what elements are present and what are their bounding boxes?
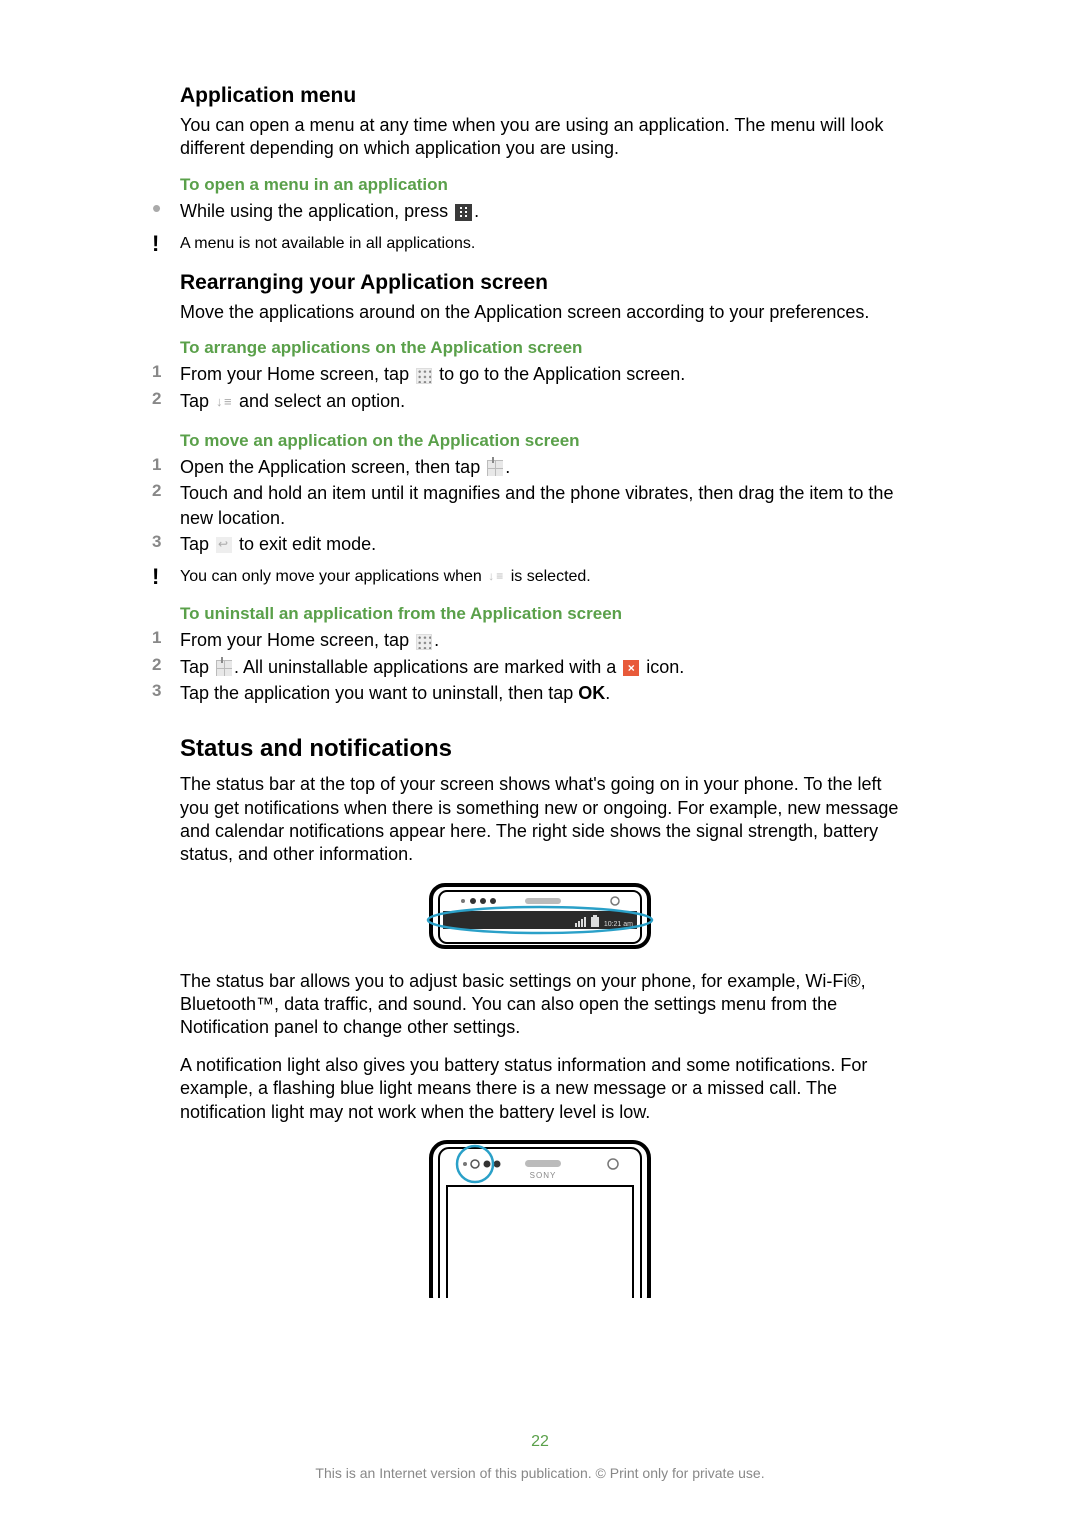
note: ! You can only move your applications wh… [180, 566, 900, 588]
text: is selected. [506, 568, 590, 585]
exit-edit-icon [216, 537, 232, 553]
own-order-icon [488, 570, 504, 584]
text: and select an option. [234, 391, 405, 411]
subheading-open-menu: To open a menu in an application [180, 175, 900, 195]
paragraph: The status bar allows you to adjust basi… [180, 970, 900, 1040]
text: From your Home screen, tap [180, 630, 414, 650]
edit-grid-icon [216, 660, 232, 676]
step-number: 1 [152, 628, 180, 648]
menu-key-icon [455, 204, 472, 221]
brand-label: SONY [530, 1171, 557, 1180]
paragraph: You can open a menu at any time when you… [180, 114, 900, 161]
important-icon: ! [152, 233, 180, 255]
page-content: Application menu You can open a menu at … [0, 0, 1080, 1303]
step-number: 3 [152, 532, 180, 552]
subheading-move-app: To move an application on the Applicatio… [180, 431, 900, 451]
paragraph: A notification light also gives you batt… [180, 1054, 900, 1124]
step-number: 1 [152, 455, 180, 475]
heading-rearranging: Rearranging your Application screen [180, 271, 900, 295]
list-item: 3 Tap the application you want to uninst… [180, 681, 900, 705]
apps-grid-icon [416, 368, 432, 384]
ok-label: OK [578, 683, 605, 703]
note-text: A menu is not available in all applicati… [180, 233, 900, 255]
text: Tap [180, 391, 214, 411]
important-icon: ! [152, 566, 180, 588]
heading-application-menu: Application menu [180, 84, 900, 108]
text: Tap the application you want to uninstal… [180, 683, 578, 703]
bullet-marker: • [152, 199, 180, 217]
text: . [505, 457, 510, 477]
text: icon. [641, 657, 684, 677]
page-number: 22 [0, 1433, 1080, 1451]
list-item: 2 Tap and select an option. [180, 389, 900, 413]
edit-grid-icon [487, 460, 503, 476]
list-item: 3 Tap to exit edit mode. [180, 532, 900, 556]
list-item: 2 Touch and hold an item until it magnif… [180, 481, 900, 530]
figure-notification-light: SONY [180, 1138, 900, 1303]
step-number: 2 [152, 481, 180, 501]
text: Tap [180, 534, 214, 554]
list-item: 1 From your Home screen, tap . [180, 628, 900, 652]
list-item: 2 Tap . All uninstallable applications a… [180, 655, 900, 679]
text: . [605, 683, 610, 703]
step-number: 2 [152, 655, 180, 675]
footer-note: This is an Internet version of this publ… [0, 1465, 1080, 1481]
list-item: 1 Open the Application screen, then tap … [180, 455, 900, 479]
step-number: 2 [152, 389, 180, 409]
heading-status-notifications: Status and notifications [180, 735, 900, 763]
step-number: 1 [152, 362, 180, 382]
note: ! A menu is not available in all applica… [180, 233, 900, 255]
paragraph: Move the applications around on the Appl… [180, 301, 900, 324]
text: . [474, 201, 479, 221]
text: . All uninstallable applications are mar… [234, 657, 621, 677]
uninstall-x-icon: × [623, 660, 639, 676]
step-number: 3 [152, 681, 180, 701]
sort-icon [216, 395, 232, 409]
paragraph: The status bar at the top of your screen… [180, 773, 900, 867]
figure-status-bar: 10:21 am [180, 881, 900, 956]
text: Tap [180, 657, 214, 677]
subheading-arrange-apps: To arrange applications on the Applicati… [180, 338, 900, 358]
list-item: 1 From your Home screen, tap to go to th… [180, 362, 900, 386]
text: While using the application, press [180, 201, 453, 221]
text: Open the Application screen, then tap [180, 457, 485, 477]
subheading-uninstall-app: To uninstall an application from the App… [180, 604, 900, 624]
apps-grid-icon [416, 634, 432, 650]
text: Touch and hold an item until it magnifie… [180, 481, 900, 530]
text: From your Home screen, tap [180, 364, 414, 384]
text: You can only move your applications when [180, 568, 486, 585]
text: to exit edit mode. [234, 534, 376, 554]
text: . [434, 630, 439, 650]
text: to go to the Application screen. [434, 364, 685, 384]
list-item: • While using the application, press . [180, 199, 900, 223]
